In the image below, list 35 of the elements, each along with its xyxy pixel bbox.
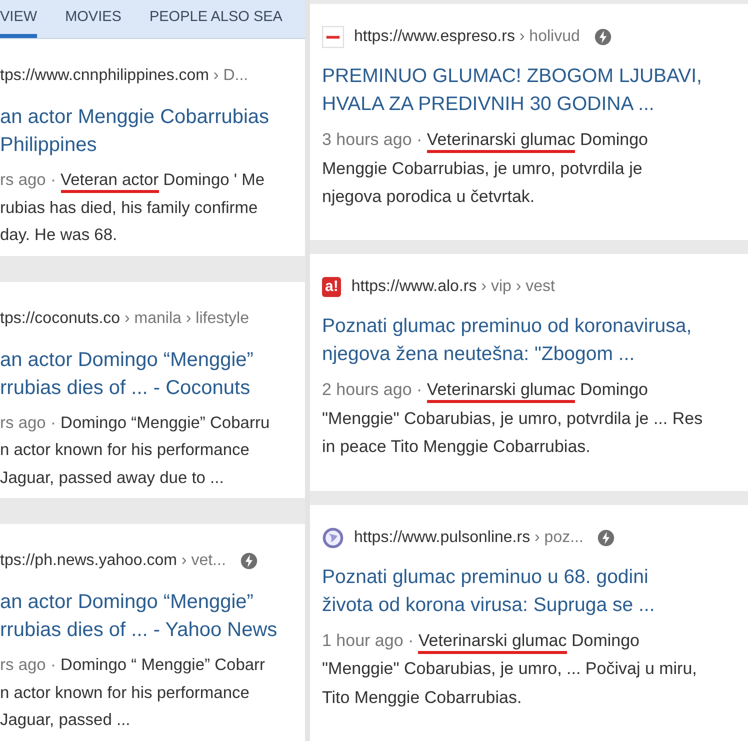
result-url[interactable]: tps://www.cnnphilippines.com › D... bbox=[0, 67, 248, 85]
tab[interactable]: PEOPLE ALSO SEA bbox=[149, 0, 282, 38]
result-url[interactable]: https://www.alo.rs › vip › vest bbox=[351, 278, 555, 296]
result-title[interactable]: an actor Menggie Cobarrubias Philippines bbox=[0, 103, 305, 159]
result-title[interactable]: Poznati glumac preminuo u 68. godini života od korona virusa: Supruga se ... bbox=[322, 562, 748, 619]
snippet-line: Jaguar, passed ... bbox=[0, 710, 132, 732]
snippet-line: 1 hour ago · Veterinarski glumac Domingo bbox=[322, 626, 748, 656]
globe-icon bbox=[322, 526, 344, 549]
tab[interactable]: MOVIES bbox=[65, 0, 122, 38]
result-url[interactable]: https://www.pulsonline.rs › poz... bbox=[354, 528, 584, 547]
snippet-line: 2 hours ago · Veterinarski glumac Domingo bbox=[322, 376, 748, 405]
result-title[interactable]: an actor Domingo “Menggie” rrubias dies of ... - Yahoo News bbox=[0, 588, 305, 644]
snippet-line: rs ago · Domingo “ Menggie” Cobarr bbox=[0, 655, 266, 676]
snippet-line: Jaguar, passed away due to ... bbox=[0, 468, 225, 489]
result-title[interactable]: PREMINUO GLUMAC! ZBOGOM LJUBAVI, HVALA ZA PREDIVNIH 30 GODINA ... bbox=[322, 62, 748, 118]
snippet-line: day. He was 68. bbox=[0, 225, 118, 246]
snippet-line: Menggie Cobarrubias, je umro, potvrdila je bbox=[322, 158, 644, 180]
snippet-line: 3 hours ago · Veterinarski glumac Domingo bbox=[322, 126, 748, 154]
snippet-line: Tito Menggie Cobarrubias. bbox=[322, 686, 523, 709]
result-title[interactable]: an actor Domingo “Menggie” rrubias dies of ... - Coconuts bbox=[0, 346, 305, 402]
snippet-line: rubias has died, his family confirme bbox=[0, 198, 259, 218]
snippet-line: n actor known for his performance bbox=[0, 440, 250, 462]
result-title[interactable]: Poznati glumac preminuo od koronavirusa, njegova žena neutešna: "Zbogom ... bbox=[322, 312, 748, 368]
snippet-line: rs ago · Veteran actor Domingo ' Me bbox=[0, 167, 305, 194]
result-url[interactable]: tps://coconuts.co › manila › lifestyle bbox=[0, 310, 249, 328]
site-logo: a! bbox=[322, 277, 342, 298]
snippet-line: rs ago · Domingo “Menggie” Cobarru bbox=[0, 412, 271, 434]
snippet-line: njegova porodica u četvrtak. bbox=[322, 186, 536, 208]
snippet-line: "Menggie" Cobarubias, je umro, potvrdila je ... Res bbox=[322, 408, 704, 430]
result-url[interactable]: tps://ph.news.yahoo.com › vet... bbox=[0, 552, 226, 570]
result-url[interactable]: https://www.espreso.rs › holivud bbox=[354, 28, 580, 46]
snippet-line: in peace Tito Menggie Cobarrubias. bbox=[322, 436, 592, 458]
site-logo-icon bbox=[322, 26, 344, 48]
snippet-line: "Menggie" Cobarubias, je umro, ... Počivaj u miru, bbox=[322, 658, 698, 680]
snippet-line: n actor known for his performance bbox=[0, 682, 250, 704]
